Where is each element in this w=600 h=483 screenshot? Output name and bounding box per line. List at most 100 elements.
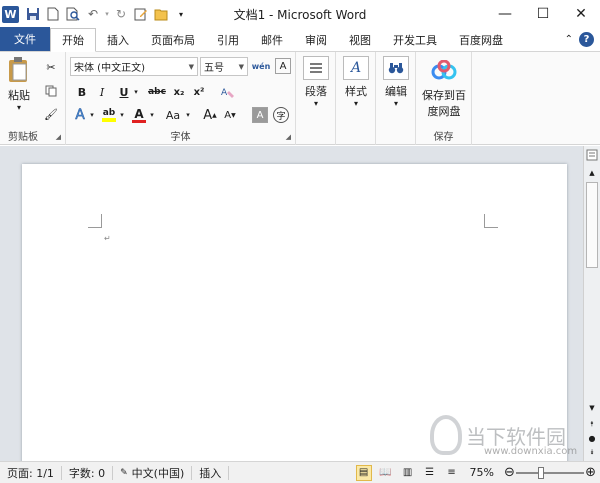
italic-button[interactable]: I	[94, 83, 110, 101]
zoom-slider-knob[interactable]	[537, 466, 544, 479]
tab-page-layout[interactable]: 页面布局	[140, 29, 206, 51]
vertical-scrollbar[interactable]: ▲ ▼ ⯭ ● ⯯	[583, 146, 600, 461]
outline-view-icon[interactable]: ☰	[422, 465, 438, 481]
close-button[interactable]: ✕	[562, 0, 600, 28]
save-to-baidu-button[interactable]: 保存到百 度网盘	[418, 56, 470, 119]
language-label: 中文(中国)	[131, 466, 185, 480]
minimize-ribbon-icon[interactable]: ⌃	[565, 34, 573, 45]
web-layout-icon[interactable]: ▥	[400, 465, 416, 481]
document-area[interactable]: ↵	[0, 146, 583, 464]
clipboard-group: 粘贴 ▾ ✂ 🖌 剪贴板 ◢	[0, 52, 66, 145]
scrollbar-thumb[interactable]	[586, 182, 598, 268]
enclose-char-button[interactable]: 字	[272, 106, 290, 124]
status-bar: 页面: 1/1 字数: 0 ✎ 中文(中国) 插入 ▤ 📖 ▥ ☰ ≡ 75% …	[0, 461, 600, 483]
shrink-font-button[interactable]: A ▼	[222, 106, 238, 124]
language-indicator[interactable]: ✎ 中文(中国)	[113, 465, 193, 480]
tab-file[interactable]: 文件	[0, 27, 50, 51]
edit-icon[interactable]	[131, 4, 151, 24]
tab-home[interactable]: 开始	[50, 28, 96, 52]
cut-icon[interactable]: ✂	[42, 58, 60, 76]
view-ruler-icon[interactable]	[585, 148, 599, 162]
new-doc-icon[interactable]	[43, 4, 63, 24]
paragraph-mark: ↵	[104, 234, 111, 243]
word-app-icon[interactable]: W	[2, 5, 19, 23]
open-folder-icon[interactable]	[151, 4, 171, 24]
phonetic-guide-button[interactable]: wén	[252, 57, 271, 75]
font-group: 宋体 (中文正文) ▼ 五号 ▼ wén A B I U ▾ abc x₂ x²…	[66, 52, 296, 145]
copy-icon[interactable]	[42, 82, 60, 100]
paste-dropdown[interactable]: ▾	[4, 103, 34, 112]
tab-mailings[interactable]: 邮件	[250, 29, 294, 51]
scroll-up-icon[interactable]: ▲	[584, 166, 600, 180]
print-preview-icon[interactable]	[63, 4, 83, 24]
paste-button[interactable]: 粘贴 ▾	[4, 56, 34, 112]
select-browse-object-icon[interactable]: ●	[584, 431, 600, 445]
minimize-button[interactable]: —	[486, 0, 524, 28]
redo-icon[interactable]: ↻	[111, 4, 131, 24]
tab-view[interactable]: 视图	[338, 29, 382, 51]
save-to-baidu-label-line2: 度网盘	[427, 105, 461, 118]
change-case-button[interactable]: Aa	[162, 106, 184, 124]
customize-icon[interactable]: ▾	[171, 4, 191, 24]
highlight-button[interactable]: ab	[100, 106, 118, 124]
strikethrough-button[interactable]: abc	[146, 83, 168, 101]
undo-icon[interactable]: ↶	[83, 4, 103, 24]
char-border-button[interactable]: A	[274, 57, 292, 75]
help-icon[interactable]: ?	[579, 31, 594, 47]
word-count[interactable]: 字数: 0	[62, 465, 114, 480]
next-page-icon[interactable]: ⯯	[584, 445, 600, 459]
tab-review[interactable]: 审阅	[294, 29, 338, 51]
maximize-button[interactable]: ☐	[524, 0, 562, 28]
page-indicator[interactable]: 页面: 1/1	[0, 465, 62, 480]
paragraph-dropdown-icon[interactable]: ▾	[300, 99, 332, 108]
spellcheck-icon: ✎	[120, 467, 128, 478]
editing-button[interactable]: 编辑 ▾	[380, 56, 412, 108]
zoom-out-icon[interactable]: ⊖	[504, 465, 515, 480]
format-painter-icon[interactable]: 🖌	[42, 105, 60, 123]
highlight-dropdown-icon[interactable]: ▾	[118, 106, 126, 124]
document-page[interactable]: ↵	[22, 164, 567, 464]
font-launcher-icon[interactable]: ◢	[286, 133, 291, 141]
zoom-in-icon[interactable]: ⊕	[585, 465, 596, 480]
styles-button[interactable]: A 样式 ▾	[340, 56, 372, 108]
tab-baidu-netdisk[interactable]: 百度网盘	[448, 29, 514, 51]
grow-font-button[interactable]: A ▲	[202, 106, 218, 124]
tab-references[interactable]: 引用	[206, 29, 250, 51]
subscript-button[interactable]: x₂	[170, 83, 188, 101]
char-shading-button[interactable]: A	[252, 106, 268, 124]
baidu-cloud-icon	[430, 56, 458, 84]
styles-dropdown-icon[interactable]: ▾	[340, 99, 372, 108]
zoom-level[interactable]: 75%	[466, 466, 498, 479]
clipboard-launcher-icon[interactable]: ◢	[56, 133, 61, 141]
font-size-select[interactable]: 五号 ▼	[200, 57, 248, 76]
scroll-down-icon[interactable]: ▼	[584, 401, 600, 415]
zoom-slider[interactable]: ⊖ ⊕	[504, 465, 596, 480]
editing-dropdown-icon[interactable]: ▾	[380, 99, 412, 108]
enclose-char-icon: 字	[273, 107, 289, 123]
undo-dropdown-icon[interactable]: ▾	[103, 4, 111, 24]
full-screen-reading-icon[interactable]: 📖	[378, 465, 394, 481]
draft-view-icon[interactable]: ≡	[444, 465, 460, 481]
font-color-dropdown-icon[interactable]: ▾	[148, 106, 156, 124]
paragraph-group: 段落 ▾	[296, 52, 336, 145]
text-effects-dropdown-icon[interactable]: ▾	[88, 106, 96, 124]
save-icon[interactable]	[23, 4, 43, 24]
font-name-select[interactable]: 宋体 (中文正文) ▼	[70, 57, 198, 76]
underline-button[interactable]: U	[116, 83, 132, 101]
change-case-dropdown-icon[interactable]: ▾	[184, 106, 192, 124]
underline-dropdown-icon[interactable]: ▾	[132, 83, 140, 101]
font-color-button[interactable]: A	[130, 106, 148, 124]
bold-button[interactable]: B	[74, 83, 90, 101]
highlight-color-bar	[102, 117, 116, 122]
insert-mode[interactable]: 插入	[192, 465, 230, 480]
text-effects-button[interactable]: A	[72, 106, 88, 124]
clear-formatting-button[interactable]: A	[218, 83, 238, 101]
previous-page-icon[interactable]: ⯭	[584, 417, 600, 431]
tab-developer[interactable]: 开发工具	[382, 29, 448, 51]
title-bar: W ↶ ▾ ↻ ▾ 文档1 - Microsoft Word — ☐ ✕	[0, 0, 600, 28]
watermark-url: www.downxia.com	[484, 446, 578, 457]
print-layout-view-icon[interactable]: ▤	[355, 464, 372, 481]
tab-insert[interactable]: 插入	[96, 29, 140, 51]
superscript-button[interactable]: x²	[190, 83, 208, 101]
paragraph-button[interactable]: 段落 ▾	[300, 56, 332, 108]
